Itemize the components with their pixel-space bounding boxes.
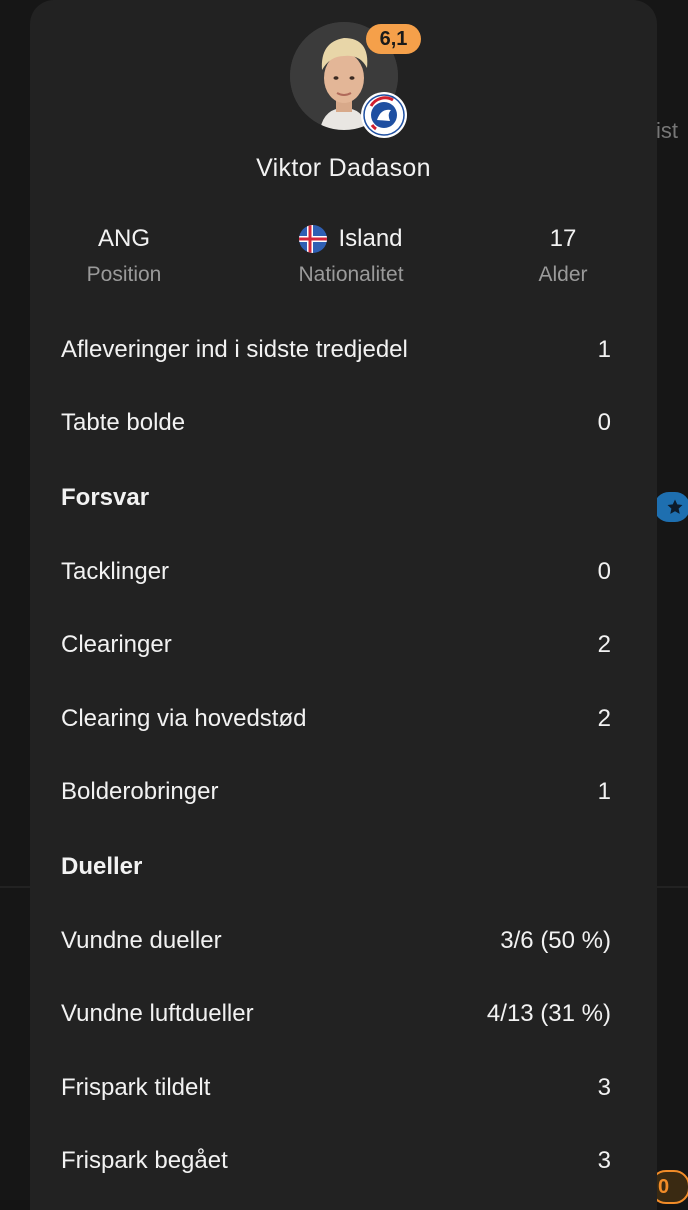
nationality-value: Island [338, 225, 403, 252]
stat-value: 0 [597, 409, 611, 437]
info-position: ANG Position [30, 222, 224, 287]
stat-value: 1 [597, 778, 611, 806]
position-value: ANG [97, 225, 150, 252]
stat-label: Tabte bolde [61, 409, 186, 437]
stat-value: 3 [597, 1073, 611, 1101]
stat-value: 2 [597, 631, 611, 659]
stat-value: 2 [597, 704, 611, 732]
nationality-label: Nationalitet [298, 263, 404, 286]
stat-label: Clearinger [61, 631, 172, 659]
info-age: 17 Alder [463, 222, 657, 287]
stat-row: Tabte bolde 0 [30, 387, 657, 461]
stat-row: Frispark tildelt 3 [30, 1051, 657, 1125]
stat-label: Afleveringer ind i sidste tredjedel [61, 335, 408, 363]
player-rating-badge: 6,1 [366, 24, 421, 54]
star-icon [654, 492, 688, 522]
player-header: 6,1 Viktor Dadason ANG Position Island N… [30, 0, 657, 320]
stat-row: Afleveringer ind i sidste tredjedel 1 [30, 313, 657, 387]
player-stats-card: 6,1 Viktor Dadason ANG Position Island N… [30, 0, 657, 1210]
player-info-row: ANG Position Island Nationalitet 17 Alde… [30, 222, 657, 302]
section-header-forsvar: Forsvar [30, 460, 657, 535]
background-text-fragment: ist [656, 118, 678, 143]
nationality-value-wrap: Island [251, 222, 451, 256]
stat-label: Vundne dueller [61, 926, 222, 954]
age-label: Alder [538, 263, 588, 286]
stat-label: Bolderobringer [61, 778, 219, 806]
stat-label: Frispark tildelt [61, 1073, 211, 1101]
stat-value: 4/13 (31 %) [486, 1000, 611, 1028]
stats-list: Afleveringer ind i sidste tredjedel 1 Ta… [30, 313, 657, 1198]
stat-label: Frispark begået [61, 1147, 228, 1175]
stat-value: 3 [597, 1147, 611, 1175]
stat-label: Tacklinger [61, 557, 170, 585]
age-value: 17 [549, 225, 577, 252]
stat-row: Bolderobringer 1 [30, 756, 657, 830]
player-name: Viktor Dadason [256, 154, 431, 182]
stat-row: Tacklinger 0 [30, 535, 657, 609]
stat-label: Vundne luftdueller [61, 1000, 254, 1028]
stat-value: 0 [597, 557, 611, 585]
section-header-dueller: Dueller [30, 829, 657, 904]
stat-label: Clearing via hovedstød [61, 704, 307, 732]
section-title: Dueller [61, 852, 143, 880]
stat-row: Vundne dueller 3/6 (50 %) [30, 904, 657, 978]
stat-row: Clearing via hovedstød 2 [30, 682, 657, 756]
club-logo-icon [361, 92, 407, 138]
stat-row: Vundne luftdueller 4/13 (31 %) [30, 978, 657, 1052]
stat-value: 3/6 (50 %) [500, 926, 611, 954]
position-label: Position [86, 263, 162, 286]
section-title: Forsvar [61, 483, 150, 511]
stat-row: Frispark begået 3 [30, 1125, 657, 1199]
info-nationality: Island Nationalitet [251, 222, 451, 287]
stat-value: 1 [597, 335, 611, 363]
iceland-flag-icon [299, 225, 328, 253]
stat-row: Clearinger 2 [30, 609, 657, 683]
